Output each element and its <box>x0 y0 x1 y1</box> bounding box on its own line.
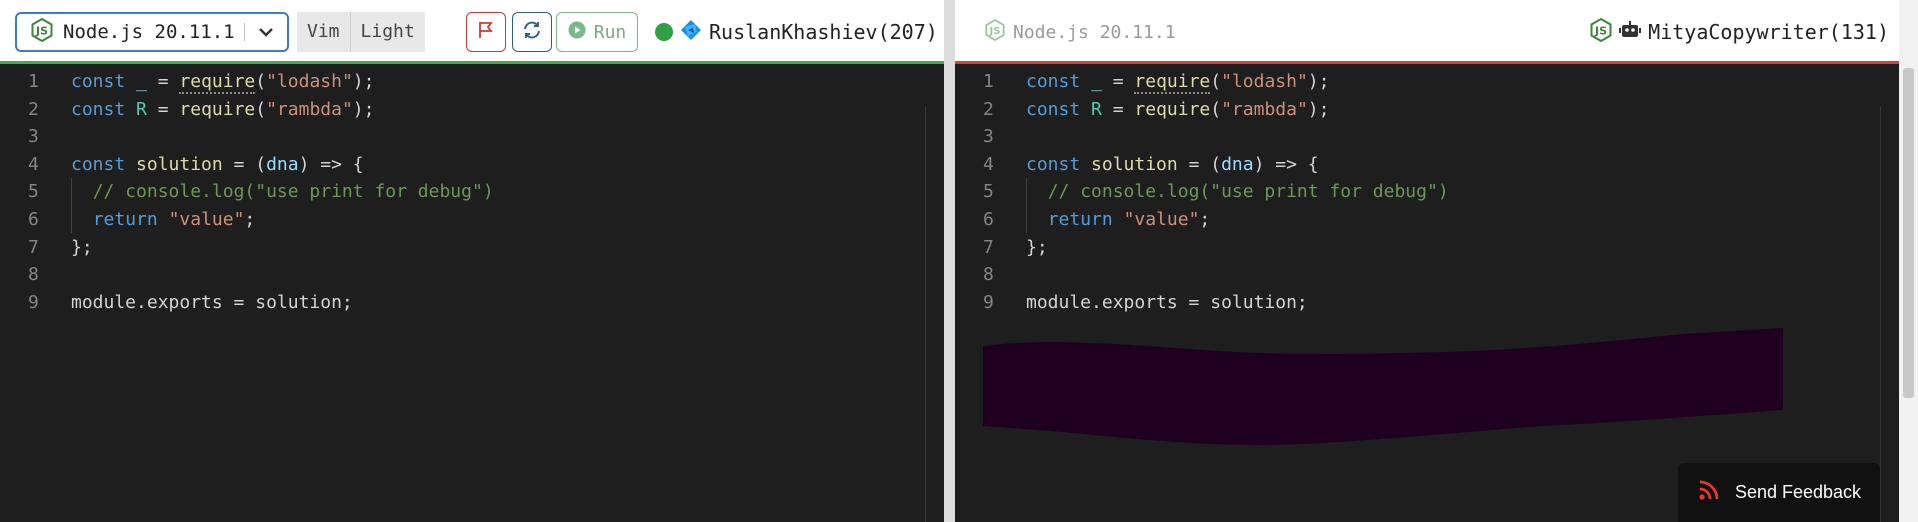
line-number: 7 <box>983 236 994 258</box>
run-label: Run <box>593 21 627 43</box>
code-line: 2 const R = require("rambda"); <box>0 96 944 124</box>
nodejs-icon: JS <box>1590 17 1612 47</box>
vertical-scrollbar[interactable] <box>1899 0 1918 522</box>
line-number: 6 <box>28 208 39 230</box>
line-number: 2 <box>28 98 39 120</box>
left-player: RuslanKhashiev(207) <box>655 14 938 50</box>
send-feedback-label: Send Feedback <box>1734 482 1862 502</box>
line-number: 8 <box>983 264 994 286</box>
code-line: 5 // console.log("use print for debug") <box>955 178 1899 206</box>
player-name[interactable]: MityaCopywriter(131) <box>1648 20 1889 44</box>
line-number: 1 <box>983 71 994 92</box>
line-number: 1 <box>28 71 39 92</box>
chevron-down-icon[interactable] <box>255 21 277 48</box>
play-icon <box>568 21 586 44</box>
right-toolbar: JS Node.js 20.11.1 JS MityaCopywriter(13… <box>955 0 1899 64</box>
panel-divider[interactable] <box>944 0 955 522</box>
line-number: 9 <box>28 291 39 313</box>
robot-icon <box>1618 18 1642 47</box>
select-divider <box>244 23 245 41</box>
line-number: 5 <box>28 181 39 203</box>
nodejs-icon: JS <box>31 17 53 47</box>
right-player: JS MityaCopywriter(131) <box>1590 14 1889 50</box>
left-code-editor[interactable]: 1 const _ = require("lodash"); 2 const R =… <box>0 68 944 316</box>
svg-text:JS: JS <box>35 24 48 37</box>
line-number: 6 <box>983 208 994 230</box>
flag-icon <box>476 20 496 44</box>
scrollbar-thumb[interactable] <box>1903 68 1914 398</box>
code-line: 2 const R = require("rambda"); <box>955 96 1899 124</box>
line-number: 5 <box>983 181 994 203</box>
line-number: 4 <box>983 153 994 175</box>
rss-icon <box>1697 478 1721 507</box>
code-line: 6 return "value"; <box>955 206 1899 234</box>
redaction-scribble <box>983 328 1783 446</box>
code-line: 7}; <box>0 234 944 262</box>
refresh-icon <box>521 19 543 45</box>
opponent-language: JS Node.js 20.11.1 <box>985 14 1176 50</box>
language-select[interactable]: JS Node.js 20.11.1 <box>15 12 289 52</box>
line-number: 2 <box>983 98 994 120</box>
line-number: 4 <box>28 153 39 175</box>
code-line: 9 module.exports = solution; <box>0 289 944 317</box>
code-line: 4 const solution = (dna) => { <box>0 151 944 179</box>
code-line: 1 const _ = require("lodash"); <box>0 68 944 96</box>
code-line: 9 module.exports = solution; <box>955 289 1899 317</box>
left-toolbar: JS Node.js 20.11.1 Vim Light Run RuslanK… <box>0 0 944 64</box>
code-line: 4 const solution = (dna) => { <box>955 151 1899 179</box>
reset-button[interactable] <box>512 12 552 52</box>
left-editor-panel: JS Node.js 20.11.1 Vim Light Run RuslanK… <box>0 0 944 522</box>
code-line: 3 <box>955 123 1899 151</box>
user-avatar-icon <box>679 18 703 47</box>
svg-text:JS: JS <box>989 26 1001 37</box>
code-line: 8 <box>955 261 1899 289</box>
code-line: 8 <box>0 261 944 289</box>
right-code-editor: 1 const _ = require("lodash"); 2 const R =… <box>955 68 1899 316</box>
line-number: 7 <box>28 236 39 258</box>
nodejs-icon: JS <box>985 18 1005 46</box>
code-line: 6 return "value"; <box>0 206 944 234</box>
online-status-dot <box>655 23 673 41</box>
light-theme-toggle[interactable]: Light <box>351 12 425 52</box>
run-button[interactable]: Run <box>556 12 638 52</box>
line-number: 9 <box>983 291 994 313</box>
send-feedback-button[interactable]: Send Feedback <box>1678 463 1880 522</box>
line-number: 8 <box>28 264 39 286</box>
code-line: 7}; <box>955 234 1899 262</box>
line-number: 3 <box>983 126 994 148</box>
code-line: 1 const _ = require("lodash"); <box>955 68 1899 96</box>
line-number: 3 <box>28 126 39 148</box>
svg-text:JS: JS <box>1594 24 1607 37</box>
code-line: 5 // console.log("use print for debug") <box>0 178 944 206</box>
flag-button[interactable] <box>466 12 506 52</box>
language-select-value: Node.js 20.11.1 <box>63 21 235 43</box>
editor-mode-group: Vim Light <box>297 12 425 52</box>
code-line: 3 <box>0 123 944 151</box>
opponent-language-label: Node.js 20.11.1 <box>1013 21 1176 43</box>
vim-mode-toggle[interactable]: Vim <box>297 12 350 52</box>
player-name[interactable]: RuslanKhashiev(207) <box>709 20 938 44</box>
